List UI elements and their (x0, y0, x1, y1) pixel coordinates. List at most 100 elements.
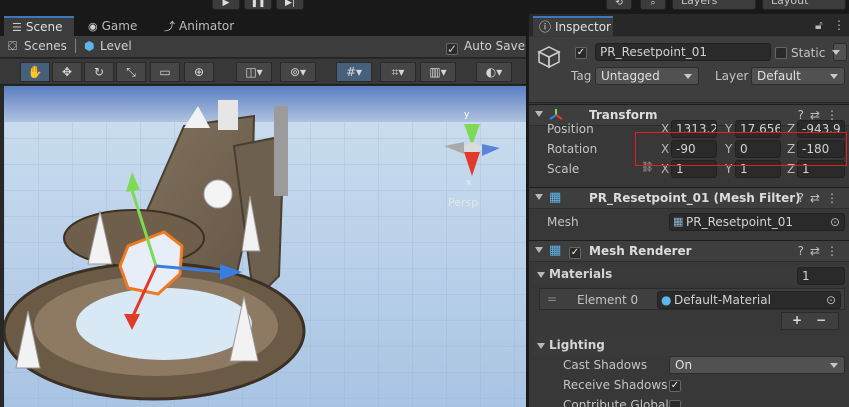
breadcrumb: ⛋ Scenes │ ⬢ Level ✓ Auto Save (0, 36, 526, 58)
tab-animator[interactable]: ⤴ Animator (156, 16, 242, 36)
layers-dropdown[interactable]: Layers (672, 0, 756, 10)
gameobject-cube-icon (537, 46, 561, 69)
increment-snap-icon[interactable]: ⌗▾ (380, 62, 416, 82)
mesh-renderer-fold-icon[interactable] (535, 247, 543, 253)
mesh-filter-component-header[interactable]: ▦ PR_Resetpoint_01 (Mesh Filter) ?⇄⋮ (529, 187, 849, 209)
remove-element-button[interactable]: − (816, 313, 826, 327)
lock-icon[interactable]: 🔓︎ (815, 18, 823, 33)
lighting-fold-icon[interactable] (537, 343, 545, 349)
rotation-label: Rotation (547, 142, 598, 156)
inspector-tab-bar: ⓘ Inspector 🔓︎ ⋮ (529, 14, 849, 36)
contribute-gi-label: Contribute Global I (563, 398, 677, 407)
auto-save-label: Auto Save (464, 39, 526, 53)
mesh-renderer-title: Mesh Renderer (589, 244, 692, 258)
inspector-panel: ⓘ Inspector 🔓︎ ⋮ ✓ PR_Resetpoint_01 Stati… (528, 14, 849, 407)
grid-visibility-icon[interactable]: ▥▾ (420, 62, 456, 82)
component-buttons[interactable]: ?⇄⋮ (798, 191, 844, 205)
layer-dropdown[interactable]: Default (751, 67, 845, 85)
scene-toolbar: ✋ ✥ ↻ ⤡ ▭ ⊕ ◫▾ ⊚▾ #▾ ⌗▾ ▥▾ ◐▾ (0, 59, 526, 85)
step-button[interactable]: ▶| (276, 0, 304, 10)
info-icon: ⓘ (539, 20, 552, 34)
add-element-button[interactable]: + (792, 313, 802, 327)
rotate-tool-icon[interactable]: ↻ (84, 62, 114, 82)
gameobject-header: ✓ PR_Resetpoint_01 Static Tag Untagged L… (529, 37, 849, 103)
gameobject-name-field[interactable]: PR_Resetpoint_01 (595, 43, 771, 61)
move-tool-icon[interactable]: ✥ (52, 62, 82, 82)
contribute-gi-checkbox[interactable] (669, 398, 681, 407)
highlight-box (635, 132, 847, 166)
transform-icon (549, 109, 563, 120)
search-icon[interactable]: ⌕ (640, 0, 666, 10)
tab-inspector-label: Inspector (555, 20, 611, 34)
component-buttons[interactable]: ?⇄⋮ (798, 244, 844, 258)
mesh-filter-fold-icon[interactable] (535, 194, 543, 200)
rect-tool-icon[interactable]: ▭ (150, 62, 180, 82)
layer-label: Layer (715, 69, 749, 83)
tab-scene[interactable]: ☰ Scene (4, 16, 74, 36)
mesh-filter-icon: ▦ (549, 190, 562, 205)
object-picker-icon[interactable]: ⊙ (830, 214, 840, 230)
static-label: Static (791, 46, 826, 60)
breadcrumb-scenes[interactable]: Scenes (24, 39, 67, 53)
mesh-value: PR_Resetpoint_01 (686, 215, 793, 229)
mesh-renderer-enabled-checkbox[interactable]: ✓ (569, 245, 581, 259)
mesh-asset-icon: ▦ (673, 215, 684, 228)
static-checkbox[interactable] (775, 45, 787, 59)
play-button[interactable]: ▶ (212, 0, 240, 10)
drag-handle-icon[interactable]: = (547, 292, 557, 306)
history-icon[interactable]: ⟲ (606, 0, 632, 10)
mesh-renderer-icon: ▦ (549, 243, 562, 258)
top-toolbar: ▶ ❚❚ ▶| ⟲ ⌕ Layers Layout (0, 0, 849, 14)
shading-mode-icon[interactable]: ◐▾ (476, 62, 512, 82)
materials-count-field[interactable]: 1 (797, 267, 845, 285)
transform-tool-icon[interactable]: ⊕ (184, 62, 214, 82)
lighting-label: Lighting (549, 338, 605, 352)
breadcrumb-separator: │ (72, 39, 80, 53)
materials-fold-icon[interactable] (537, 272, 545, 278)
scene-tab-bar: ☰ Scene ◉ Game ⤴ Animator (0, 14, 526, 36)
receive-shadows-checkbox[interactable]: ✓ (669, 378, 681, 392)
mesh-filter-title: PR_Resetpoint_01 (Mesh Filter) (589, 191, 801, 205)
scenes-icon: ⛋ (8, 39, 18, 53)
pause-button[interactable]: ❚❚ (244, 0, 272, 10)
scene-panel: ☰ Scene ◉ Game ⤴ Animator ⛋ Scenes │ ⬢ Leve… (0, 14, 526, 407)
gizmo-persp-label[interactable]: Persp (448, 196, 478, 209)
active-checkbox[interactable]: ✓ (575, 45, 587, 59)
scale-label: Scale (547, 162, 580, 176)
mesh-renderer-component-header[interactable]: ▦ ✓ Mesh Renderer ?⇄⋮ (529, 240, 849, 262)
scene-viewport[interactable]: y x Persp (4, 86, 526, 407)
grid-snap-icon[interactable]: #▾ (336, 62, 372, 82)
transform-fold-icon[interactable] (535, 111, 543, 117)
object-picker-icon[interactable]: ⊙ (826, 292, 836, 308)
position-label: Position (547, 122, 594, 136)
layout-dropdown[interactable]: Layout (762, 0, 846, 10)
gizmo-x-label: x (466, 178, 472, 188)
scene-view-render (4, 86, 526, 407)
pivot-toggle-icon[interactable]: ◫▾ (236, 62, 272, 82)
tab-game[interactable]: ◉ Game (80, 16, 145, 36)
mesh-object-field[interactable]: ▦ PR_Resetpoint_01 ⊙ (669, 213, 845, 231)
material-value: Default-Material (674, 293, 771, 307)
gamepad-icon: ◉ (88, 20, 98, 33)
more-options-icon[interactable]: ⋮ (833, 18, 845, 32)
scale-tool-icon[interactable]: ⤡ (116, 62, 146, 82)
gizmo-y-label: y (464, 110, 470, 120)
material-object-field[interactable]: ● Default-Material ⊙ (657, 291, 841, 309)
global-toggle-icon[interactable]: ⊚▾ (280, 62, 316, 82)
tag-dropdown[interactable]: Untagged (595, 67, 699, 85)
cube-icon: ⬢ (84, 39, 95, 53)
transform-title: Transform (589, 108, 658, 122)
list-buttons: + − (781, 312, 839, 330)
scene-icon: ☰ (12, 21, 22, 34)
cast-shadows-label: Cast Shadows (563, 358, 648, 372)
hand-tool-icon[interactable]: ✋ (20, 62, 50, 82)
static-dropdown[interactable] (832, 43, 847, 61)
breadcrumb-level[interactable]: Level (100, 39, 132, 53)
tab-inspector[interactable]: ⓘ Inspector (533, 16, 613, 36)
materials-label: Materials (549, 267, 613, 281)
tab-game-label: Game (101, 19, 138, 33)
element-0-label: Element 0 (577, 293, 639, 307)
animator-icon: ⤴ (164, 20, 175, 33)
lighting-section[interactable]: Lighting (533, 336, 849, 356)
cast-shadows-dropdown[interactable]: On (669, 356, 845, 374)
